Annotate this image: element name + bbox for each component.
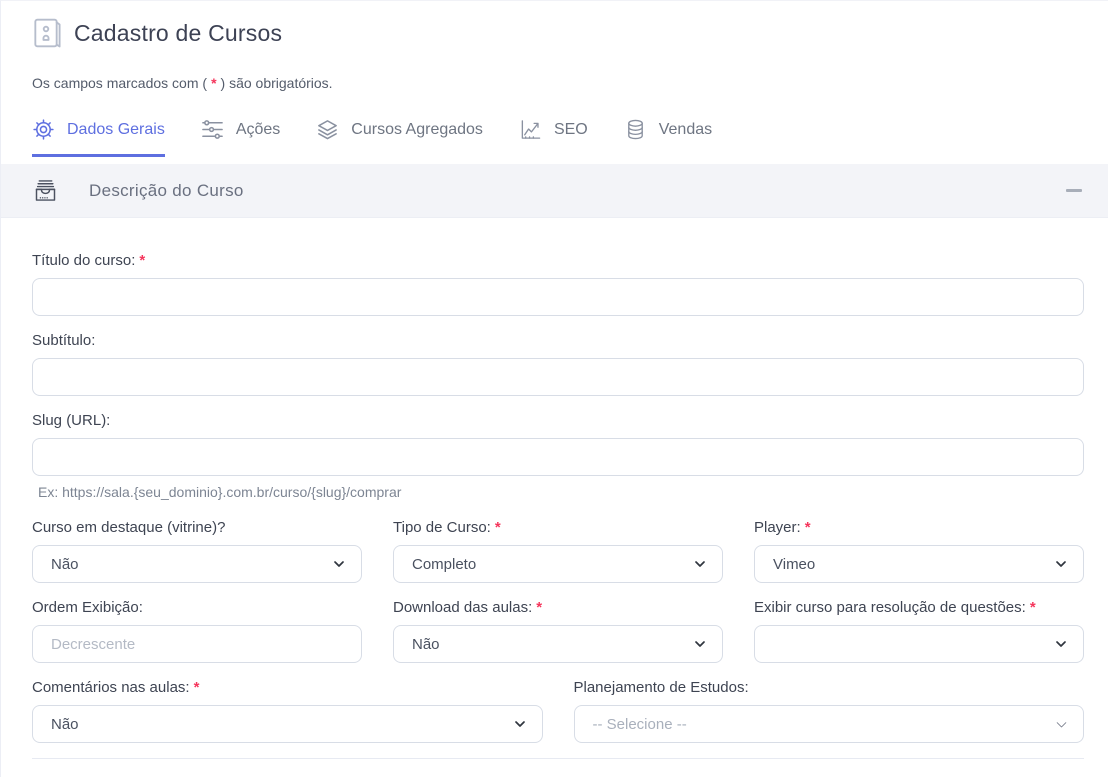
tab-acoes[interactable]: Ações — [201, 118, 280, 157]
chevron-down-icon — [1053, 556, 1069, 572]
player-select[interactable]: Vimeo — [754, 545, 1084, 583]
required-asterisk: * — [194, 679, 200, 696]
chevron-down-icon — [692, 636, 708, 652]
note-suffix: ) são obrigatórios. — [221, 75, 333, 91]
field-destaque: Curso em destaque (vitrine)? Não — [32, 519, 362, 583]
collapse-minus-icon[interactable] — [1064, 181, 1084, 201]
player-select-value: Vimeo — [773, 556, 1053, 573]
ordem-input[interactable] — [32, 625, 362, 663]
tray-icon — [32, 177, 59, 204]
tab-label: Cursos Agregados — [351, 121, 483, 139]
field-download: Download das aulas:* Não — [393, 599, 723, 663]
field-ordem: Ordem Exibição: — [32, 599, 362, 663]
tab-cursos-agregados[interactable]: Cursos Agregados — [316, 118, 483, 157]
tipo-curso-select-value: Completo — [412, 556, 692, 573]
titulo-input[interactable] — [32, 278, 1084, 316]
destaque-select-value: Não — [51, 556, 331, 573]
field-titulo: Título do curso:* — [32, 252, 1084, 316]
tab-seo[interactable]: SEO — [519, 118, 588, 157]
planejamento-select[interactable]: -- Selecione -- — [574, 705, 1085, 743]
chevron-down-icon — [512, 716, 528, 732]
page-title: Cadastro de Cursos — [74, 20, 282, 47]
exibir-questoes-select[interactable] — [754, 625, 1084, 663]
subtitulo-input[interactable] — [32, 358, 1084, 396]
tab-bar: Dados Gerais Ações Cursos Agregados — [32, 118, 1084, 157]
next-section-divider — [32, 758, 1084, 759]
tab-dados-gerais[interactable]: Dados Gerais — [32, 118, 165, 157]
form-row-2: Ordem Exibição: Download das aulas:* Não… — [32, 599, 1084, 663]
required-asterisk: * — [536, 599, 542, 616]
slug-helper-text: Ex: https://sala.{seu_dominio}.com.br/cu… — [32, 484, 1084, 501]
chart-icon — [519, 118, 542, 141]
form-row-3: Comentários nas aulas:* Não Planejamento… — [32, 679, 1084, 743]
gear-icon — [32, 118, 55, 141]
tipo-curso-label: Tipo de Curso:* — [393, 519, 723, 537]
chevron-down-icon — [692, 556, 708, 572]
comentarios-label: Comentários nas aulas:* — [32, 679, 543, 697]
tab-label: SEO — [554, 121, 588, 139]
field-planejamento: Planejamento de Estudos: -- Selecione -- — [574, 679, 1085, 743]
comentarios-select-value: Não — [51, 716, 512, 733]
comentarios-select[interactable]: Não — [32, 705, 543, 743]
required-fields-note: Os campos marcados com (* ) são obrigatór… — [32, 75, 1084, 91]
field-player: Player:* Vimeo — [754, 519, 1084, 583]
page-header: Cadastro de Cursos — [32, 1, 1084, 51]
destaque-label: Curso em destaque (vitrine)? — [32, 519, 362, 537]
slug-input[interactable] — [32, 438, 1084, 476]
note-prefix: Os campos marcados com ( — [32, 75, 207, 91]
required-asterisk: * — [139, 252, 145, 269]
ordem-label: Ordem Exibição: — [32, 599, 362, 617]
chevron-down-icon — [331, 556, 347, 572]
tab-label: Vendas — [659, 121, 712, 139]
required-asterisk: * — [211, 75, 216, 91]
field-tipo-curso: Tipo de Curso:* Completo — [393, 519, 723, 583]
required-asterisk: * — [495, 519, 501, 536]
exibir-questoes-label: Exibir curso para resolução de questões:… — [754, 599, 1084, 617]
download-select[interactable]: Não — [393, 625, 723, 663]
chevron-down-icon — [1054, 717, 1069, 732]
field-slug: Slug (URL): Ex: https://sala.{seu_domini… — [32, 412, 1084, 501]
coins-icon — [624, 118, 647, 141]
required-asterisk: * — [805, 519, 811, 536]
slug-label: Slug (URL): — [32, 412, 1084, 430]
destaque-select[interactable]: Não — [32, 545, 362, 583]
section-title: Descrição do Curso — [89, 181, 244, 201]
chevron-down-icon — [1053, 636, 1069, 652]
cadastro-cursos-page: Cadastro de Cursos Os campos marcados co… — [0, 0, 1108, 777]
titulo-label: Título do curso:* — [32, 252, 1084, 270]
download-select-value: Não — [412, 636, 692, 653]
layers-icon — [316, 118, 339, 141]
planejamento-label: Planejamento de Estudos: — [574, 679, 1085, 697]
course-book-icon — [32, 15, 64, 51]
field-comentarios: Comentários nas aulas:* Não — [32, 679, 543, 743]
tipo-curso-select[interactable]: Completo — [393, 545, 723, 583]
descricao-do-curso-form: Título do curso:* Subtítulo: Slug (URL):… — [1, 218, 1108, 743]
planejamento-select-value: -- Selecione -- — [593, 716, 1055, 733]
field-exibir-questoes: Exibir curso para resolução de questões:… — [754, 599, 1084, 663]
player-label: Player:* — [754, 519, 1084, 537]
field-subtitulo: Subtítulo: — [32, 332, 1084, 396]
tab-label: Ações — [236, 121, 280, 139]
tab-label: Dados Gerais — [67, 121, 165, 139]
download-label: Download das aulas:* — [393, 599, 723, 617]
tab-vendas[interactable]: Vendas — [624, 118, 712, 157]
subtitulo-label: Subtítulo: — [32, 332, 1084, 350]
form-row-1: Curso em destaque (vitrine)? Não Tipo de… — [32, 519, 1084, 583]
sliders-icon — [201, 118, 224, 141]
section-header-descricao[interactable]: Descrição do Curso — [1, 164, 1108, 218]
required-asterisk: * — [1030, 599, 1036, 616]
